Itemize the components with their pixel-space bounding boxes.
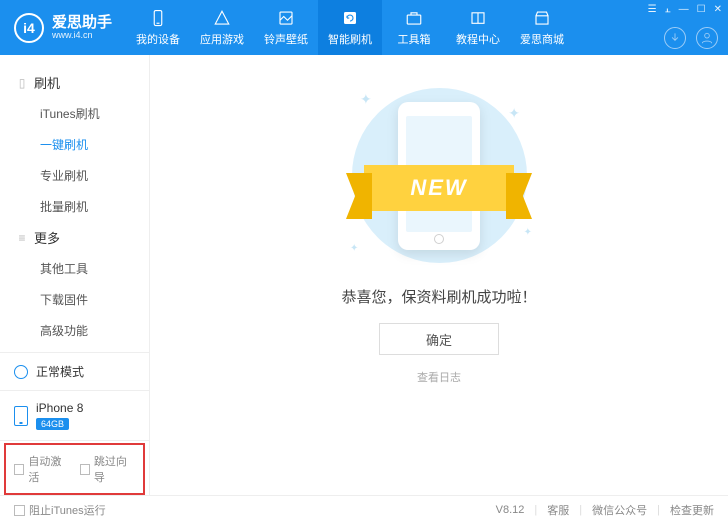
phone-icon	[14, 406, 28, 426]
sidebar-group-more: ≡ 更多	[0, 222, 149, 253]
footer-link-support[interactable]: 客服	[547, 502, 569, 518]
flash-options-highlighted: 自动激活 跳过向导	[4, 443, 145, 495]
store-icon	[532, 8, 552, 28]
group-label: 更多	[34, 228, 60, 247]
device-mode-row[interactable]: 正常模式	[0, 353, 149, 391]
device-name: iPhone 8	[36, 401, 83, 415]
checkbox-icon	[14, 464, 24, 475]
success-illustration: ✦ ✦ ✦ ✦ NEW	[324, 83, 554, 268]
checkbox-label: 自动激活	[28, 453, 69, 485]
tab-apps[interactable]: 应用游戏	[190, 0, 254, 55]
brand-name: 爱思助手	[52, 15, 112, 30]
footer-link-update[interactable]: 检查更新	[670, 502, 714, 518]
media-icon	[276, 8, 296, 28]
brand-url: www.i4.cn	[52, 30, 112, 41]
download-button[interactable]	[664, 27, 686, 49]
success-message: 恭喜您，保资料刷机成功啦！	[341, 286, 536, 307]
checkbox-icon	[14, 505, 25, 516]
apps-icon	[212, 8, 232, 28]
checkbox-skip-guide[interactable]: 跳过向导	[80, 453, 136, 485]
checkbox-label: 阻止iTunes运行	[29, 502, 106, 518]
content-area: ✦ ✦ ✦ ✦ NEW 恭喜您，保资料刷机成功啦！ 确定 查看日志	[150, 55, 728, 495]
tab-toolbox[interactable]: 工具箱	[382, 0, 446, 55]
book-icon	[468, 8, 488, 28]
tab-label: 智能刷机	[328, 31, 372, 47]
tab-label: 爱思商城	[520, 31, 564, 47]
sidebar-item-oneclick-flash[interactable]: 一键刷机	[0, 129, 149, 160]
main-tabs: 我的设备 应用游戏 铃声壁纸 智能刷机 工具箱 教程中心 爱思商城	[126, 0, 574, 55]
sidebar-item-other-tools[interactable]: 其他工具	[0, 253, 149, 284]
confirm-button[interactable]: 确定	[379, 323, 499, 355]
tab-devices[interactable]: 我的设备	[126, 0, 190, 55]
device-row[interactable]: iPhone 8 64GB	[0, 391, 149, 441]
window-controls: ☰ ⫠ — ☐ ✕	[648, 4, 722, 15]
tab-media[interactable]: 铃声壁纸	[254, 0, 318, 55]
user-button[interactable]	[696, 27, 718, 49]
sidebar-group-flash: ▯ 刷机	[0, 67, 149, 98]
close-icon[interactable]: ✕	[714, 4, 722, 15]
phone-icon: ▯	[16, 76, 28, 90]
tab-label: 我的设备	[136, 31, 180, 47]
flash-icon	[340, 8, 360, 28]
tab-flash[interactable]: 智能刷机	[318, 0, 382, 55]
status-bar: 阻止iTunes运行 V8.12 | 客服 | 微信公众号 | 检查更新	[0, 495, 728, 524]
sidebar: ▯ 刷机 iTunes刷机 一键刷机 专业刷机 批量刷机 ≡ 更多 其他工具 下…	[0, 55, 150, 495]
menu-icon[interactable]: ☰	[648, 4, 657, 15]
lock-icon[interactable]: ⫠	[665, 4, 671, 15]
sidebar-item-pro-flash[interactable]: 专业刷机	[0, 160, 149, 191]
minimize-icon[interactable]: —	[679, 4, 689, 15]
sidebar-item-itunes-flash[interactable]: iTunes刷机	[0, 98, 149, 129]
sidebar-item-download-fw[interactable]: 下载固件	[0, 284, 149, 315]
tab-tutorials[interactable]: 教程中心	[446, 0, 510, 55]
toolbox-icon	[404, 8, 424, 28]
tab-label: 铃声壁纸	[264, 31, 308, 47]
view-log-link[interactable]: 查看日志	[417, 369, 461, 385]
checkbox-label: 跳过向导	[94, 453, 135, 485]
tab-label: 应用游戏	[200, 31, 244, 47]
mode-label: 正常模式	[36, 363, 84, 380]
group-label: 刷机	[34, 73, 60, 92]
footer-link-wechat[interactable]: 微信公众号	[592, 502, 647, 518]
tab-label: 工具箱	[398, 31, 431, 47]
app-logo[interactable]: i4 爱思助手 www.i4.cn	[0, 13, 126, 43]
tab-label: 教程中心	[456, 31, 500, 47]
app-header: i4 爱思助手 www.i4.cn 我的设备 应用游戏 铃声壁纸 智能刷机 工具…	[0, 0, 728, 55]
maximize-icon[interactable]: ☐	[697, 4, 706, 15]
checkbox-block-itunes[interactable]: 阻止iTunes运行	[14, 502, 106, 518]
sidebar-item-advanced[interactable]: 高级功能	[0, 315, 149, 346]
refresh-icon	[14, 365, 28, 379]
checkbox-auto-activate[interactable]: 自动激活	[14, 453, 70, 485]
list-icon: ≡	[16, 231, 28, 245]
storage-badge: 64GB	[36, 418, 69, 430]
logo-icon: i4	[14, 13, 44, 43]
new-ribbon: NEW	[364, 165, 514, 211]
version-label: V8.12	[496, 504, 525, 516]
sidebar-item-batch-flash[interactable]: 批量刷机	[0, 191, 149, 222]
device-icon	[148, 8, 168, 28]
checkbox-icon	[80, 464, 90, 475]
tab-store[interactable]: 爱思商城	[510, 0, 574, 55]
